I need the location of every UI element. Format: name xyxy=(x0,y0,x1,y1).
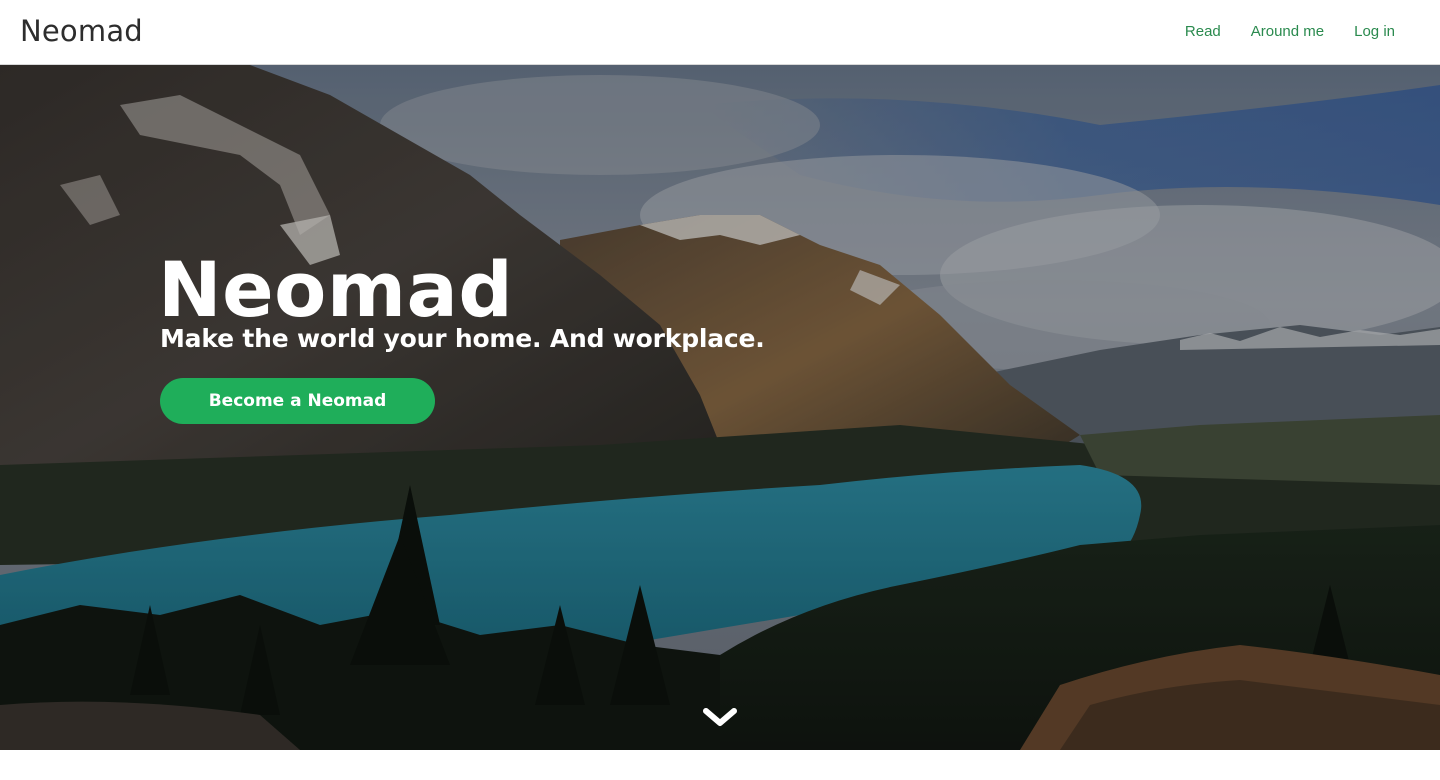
hero-section: Neomad Make the world your home. And wor… xyxy=(0,65,1440,750)
become-neomad-button[interactable]: Become a Neomad xyxy=(160,378,435,424)
hero-title: Neomad xyxy=(158,245,514,334)
nav-link-read[interactable]: Read xyxy=(1185,23,1221,40)
brand-logo[interactable]: Neomad xyxy=(20,14,143,48)
nav-link-around-me[interactable]: Around me xyxy=(1251,23,1324,40)
nav-links: Read Around me Log in xyxy=(1185,23,1395,40)
hero-content: Neomad Make the world your home. And wor… xyxy=(158,250,765,424)
chevron-down-icon[interactable] xyxy=(703,704,737,730)
top-navbar: Neomad Read Around me Log in xyxy=(0,0,1440,65)
nav-link-log-in[interactable]: Log in xyxy=(1354,23,1395,40)
hero-tagline: Make the world your home. And workplace. xyxy=(160,324,765,353)
